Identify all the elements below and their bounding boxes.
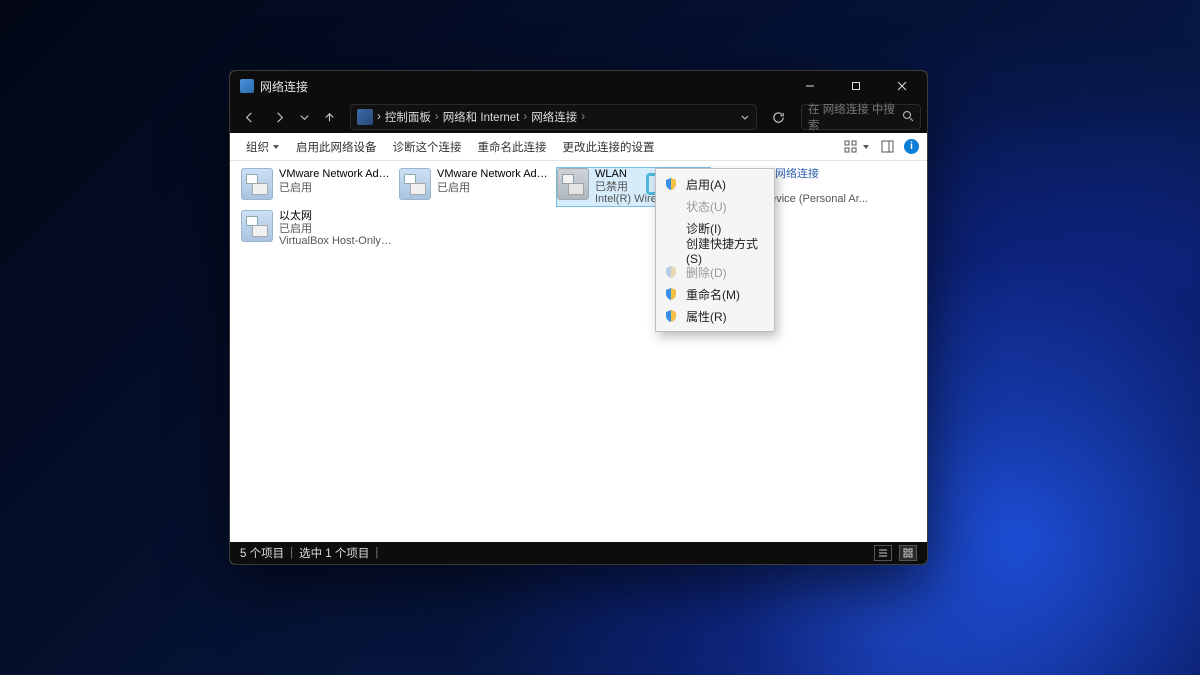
cmd-enable-device[interactable]: 启用此网络设备 bbox=[288, 139, 385, 155]
maximize-button[interactable] bbox=[833, 71, 879, 101]
menu-status: 状态(U) bbox=[658, 195, 772, 217]
cmd-diagnose[interactable]: 诊断这个连接 bbox=[385, 139, 470, 155]
search-icon bbox=[902, 110, 914, 125]
cmd-rename[interactable]: 重命名此连接 bbox=[470, 139, 555, 155]
breadcrumb-item[interactable]: 网络连接› bbox=[531, 109, 585, 125]
network-adapter-icon bbox=[241, 210, 273, 242]
details-view-button[interactable] bbox=[874, 545, 892, 561]
menu-enable[interactable]: 启用(A) bbox=[658, 173, 772, 195]
back-button[interactable] bbox=[236, 104, 262, 130]
menu-rename[interactable]: 重命名(M) bbox=[658, 283, 772, 305]
network-connections-window: 网络连接 bbox=[229, 70, 928, 565]
preview-pane-button[interactable] bbox=[876, 136, 898, 158]
breadcrumb-item[interactable]: 控制面板› bbox=[385, 109, 439, 125]
context-menu: 启用(A) 状态(U) 诊断(I) 创建快捷方式(S) 删除(D) 重命名( bbox=[655, 168, 775, 332]
menu-create-shortcut[interactable]: 创建快捷方式(S) bbox=[658, 239, 772, 261]
menu-delete: 删除(D) bbox=[658, 261, 772, 283]
shield-icon bbox=[664, 309, 678, 323]
network-adapter-icon bbox=[557, 168, 589, 200]
search-placeholder: 在 网络连接 中搜索 bbox=[808, 101, 902, 133]
location-icon bbox=[357, 109, 373, 125]
cmd-change-settings[interactable]: 更改此连接的设置 bbox=[555, 139, 663, 155]
status-bar: 5 个项目 | 选中 1 个项目 | bbox=[230, 542, 927, 564]
breadcrumb-item[interactable]: 网络和 Internet› bbox=[443, 109, 528, 125]
menu-properties[interactable]: 属性(R) bbox=[658, 305, 772, 327]
search-input[interactable]: 在 网络连接 中搜索 bbox=[801, 104, 921, 130]
network-adapter-icon bbox=[241, 168, 273, 200]
refresh-button[interactable] bbox=[765, 104, 791, 130]
organize-menu[interactable]: 组织 bbox=[238, 139, 288, 155]
desktop-wallpaper: 网络连接 bbox=[0, 0, 1200, 675]
command-bar: 组织 启用此网络设备 诊断这个连接 重命名此连接 更改此连接的设置 i bbox=[230, 133, 927, 161]
status-selected-count: 选中 1 个项目 bbox=[299, 545, 369, 561]
network-adapter-icon bbox=[399, 168, 431, 200]
minimize-button[interactable] bbox=[787, 71, 833, 101]
forward-button[interactable] bbox=[266, 104, 292, 130]
adapter-item-vmnet8[interactable]: VMware Network Adapter VMnet8 已启用 bbox=[398, 167, 553, 207]
close-button[interactable] bbox=[879, 71, 925, 101]
up-button[interactable] bbox=[316, 104, 342, 130]
status-item-count: 5 个项目 bbox=[240, 545, 284, 561]
address-bar[interactable]: › 控制面板› 网络和 Internet› 网络连接› bbox=[350, 104, 757, 130]
titlebar[interactable]: 网络连接 bbox=[230, 71, 927, 101]
adapter-item-vmnet1[interactable]: VMware Network Adapter VMnet1 已启用 bbox=[240, 167, 395, 207]
icons-view-button[interactable] bbox=[899, 545, 917, 561]
window-title: 网络连接 bbox=[260, 78, 308, 95]
content-area[interactable]: VMware Network Adapter VMnet1 已启用 VMware… bbox=[230, 161, 927, 542]
adapter-item-ethernet[interactable]: 以太网 已启用 VirtualBox Host-Only Ethernet ..… bbox=[240, 209, 395, 249]
recent-dropdown[interactable] bbox=[296, 104, 312, 130]
shield-icon bbox=[664, 265, 678, 279]
help-button[interactable]: i bbox=[904, 139, 919, 154]
chevron-down-icon[interactable] bbox=[740, 112, 750, 122]
app-icon bbox=[240, 79, 254, 93]
shield-icon bbox=[664, 287, 678, 301]
shield-icon bbox=[664, 177, 678, 191]
view-mode-button[interactable] bbox=[839, 136, 870, 158]
navigation-bar: › 控制面板› 网络和 Internet› 网络连接› 在 网络连接 中搜索 bbox=[230, 101, 927, 133]
